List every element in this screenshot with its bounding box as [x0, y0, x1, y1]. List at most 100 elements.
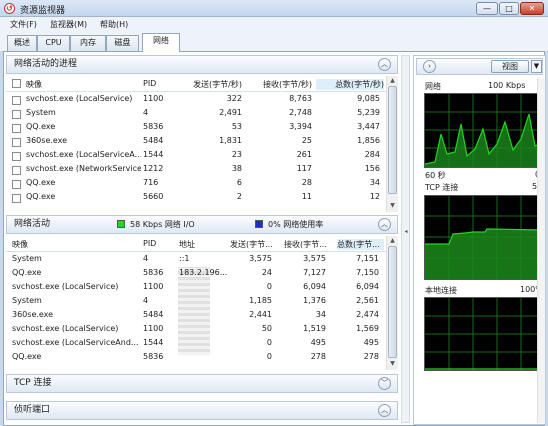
- col-recv[interactable]: 接收(字节/秒): [250, 79, 312, 90]
- scroll-down-icon[interactable]: ▼: [387, 202, 398, 209]
- row-checkbox[interactable]: [12, 124, 21, 133]
- chevron-up-icon[interactable]: ︿: [378, 404, 391, 417]
- net-scrollbar[interactable]: ▲ ▼: [386, 236, 398, 370]
- cell-send: 24: [261, 268, 272, 277]
- tab-cpu[interactable]: CPU: [37, 35, 70, 51]
- menu-monitor[interactable]: 监视器(M): [46, 18, 91, 31]
- row-checkbox[interactable]: [12, 96, 21, 105]
- table-row[interactable]: svchost.exe (LocalService) 1100 0 6,094 …: [6, 281, 386, 295]
- table-row[interactable]: svchost.exe (LocalService) 1100 50 1,519…: [6, 323, 386, 337]
- cell-image: QQ.exe: [26, 178, 56, 187]
- table-row[interactable]: System 4 2,491 2,748 5,239: [6, 107, 386, 121]
- table-row[interactable]: QQ.exe 5660 2 11 12: [6, 191, 386, 205]
- proc-scrollbar[interactable]: ▲ ▼: [386, 76, 398, 212]
- collapse-panel-icon[interactable]: ›: [423, 60, 436, 73]
- minimize-button[interactable]: —: [476, 2, 498, 15]
- graph-scrollbar[interactable]: [537, 78, 545, 423]
- cell-total: 278: [363, 352, 379, 361]
- listen-section-header[interactable]: 侦听端口 ︿: [6, 401, 398, 420]
- table-row[interactable]: System 4 1,185 1,376 2,561: [6, 295, 386, 309]
- scroll-up-icon[interactable]: ▲: [387, 77, 398, 84]
- util-legend-swatch: [255, 220, 263, 228]
- table-row[interactable]: System 4 ::1 3,575 3,575 7,151: [6, 253, 386, 267]
- col-image[interactable]: 映像: [26, 79, 42, 90]
- io-legend-swatch: [117, 220, 125, 228]
- scroll-thumb[interactable]: [388, 86, 397, 194]
- tab-network[interactable]: 网络: [142, 33, 180, 52]
- col-pid[interactable]: PID: [143, 239, 156, 248]
- table-row[interactable]: 360se.exe 5484 2,441 34 2,474: [6, 309, 386, 323]
- view-button[interactable]: 视图: [491, 60, 529, 73]
- menu-file[interactable]: 文件(F): [6, 18, 41, 31]
- view-dropdown-icon[interactable]: ▼: [531, 60, 542, 73]
- table-row[interactable]: QQ.exe 5836 53 3,394 3,447: [6, 121, 386, 135]
- cell-image: System: [12, 254, 42, 263]
- cell-recv: 6,094: [303, 282, 326, 291]
- net-section-header[interactable]: 网络活动 58 Kbps 网络 I/O 0% 网络使用率 ︿: [6, 215, 398, 234]
- cell-recv: 3,394: [289, 122, 312, 131]
- col-image[interactable]: 映像: [12, 239, 28, 250]
- table-row[interactable]: 360se.exe 5484 1,831 25 1,856: [6, 135, 386, 149]
- close-button[interactable]: ✕: [520, 2, 544, 15]
- cell-image: svchost.exe (LocalService): [12, 324, 119, 333]
- col-address[interactable]: 地址: [179, 239, 195, 250]
- chevron-up-icon[interactable]: ︿: [378, 58, 391, 71]
- cell-total: 12: [369, 192, 380, 201]
- cell-image: svchost.exe (LocalServiceAnd...: [12, 338, 139, 347]
- scroll-up-icon[interactable]: ▲: [387, 237, 398, 244]
- table-row[interactable]: svchost.exe (LocalServiceA... 1544 23 26…: [6, 149, 386, 163]
- row-checkbox[interactable]: [12, 152, 21, 161]
- tab-disk[interactable]: 磁盘: [106, 35, 139, 51]
- pane-splitter[interactable]: ◂: [401, 55, 410, 423]
- tab-strip: 概述 CPU 内存 磁盘 网络: [0, 32, 548, 52]
- menu-bar: 文件(F) 监视器(M) 帮助(H): [0, 17, 548, 32]
- select-all-checkbox[interactable]: [12, 79, 21, 88]
- cell-image: svchost.exe (LocalService): [12, 282, 119, 291]
- cell-recv: 495: [310, 338, 326, 347]
- col-pid[interactable]: PID: [143, 79, 156, 88]
- row-checkbox[interactable]: [12, 180, 21, 189]
- tcp-section-header[interactable]: TCP 连接 ﹀: [6, 374, 398, 393]
- scroll-down-icon[interactable]: ▼: [387, 360, 398, 367]
- table-row[interactable]: QQ.exe 5836 0 278 278: [6, 351, 386, 365]
- cell-pid: 5484: [143, 310, 164, 319]
- table-row[interactable]: QQ.exe 5836 183.2.196.... 24 7,127 7,150: [6, 267, 386, 281]
- splitter-grip-icon[interactable]: ◂: [402, 228, 410, 235]
- scroll-thumb[interactable]: [388, 246, 397, 358]
- col-send[interactable]: 发送(字节/秒): [176, 79, 242, 90]
- cell-total: 34: [369, 178, 380, 187]
- menu-help[interactable]: 帮助(H): [96, 18, 132, 31]
- tab-overview[interactable]: 概述: [7, 35, 37, 51]
- col-send[interactable]: 发送(字节...: [230, 239, 278, 250]
- chevron-up-icon[interactable]: ︿: [378, 218, 391, 231]
- cell-image: svchost.exe (LocalServiceA...: [26, 150, 141, 159]
- cell-total: 2,474: [356, 310, 379, 319]
- cell-image: System: [12, 296, 42, 305]
- col-total[interactable]: 总数(字节...: [337, 239, 384, 250]
- tab-memory[interactable]: 内存: [70, 35, 106, 51]
- graph-tcp-title: TCP 连接: [425, 183, 459, 192]
- row-checkbox[interactable]: [12, 110, 21, 119]
- cell-total: 7,150: [356, 268, 379, 277]
- cell-send: 3,575: [249, 254, 272, 263]
- graph-tcp: [424, 195, 544, 280]
- graph-local-title: 本地连接: [425, 286, 457, 295]
- col-total[interactable]: 总数(字节/秒): [316, 79, 384, 90]
- chevron-down-icon[interactable]: ﹀: [378, 377, 391, 390]
- cell-recv: 25: [301, 136, 312, 145]
- maximize-button[interactable]: □: [499, 2, 519, 15]
- row-checkbox[interactable]: [12, 194, 21, 203]
- table-row[interactable]: svchost.exe (LocalService) 1100 322 8,76…: [6, 93, 386, 107]
- row-checkbox[interactable]: [12, 166, 21, 175]
- col-recv[interactable]: 接收(字节...: [284, 239, 332, 250]
- row-checkbox[interactable]: [12, 138, 21, 147]
- table-row[interactable]: svchost.exe (LocalServiceAnd... 1544 0 4…: [6, 337, 386, 351]
- proc-section-header[interactable]: 网络活动的进程 ︿: [6, 55, 398, 74]
- cell-image: 360se.exe: [12, 310, 54, 319]
- cell-send: 50: [261, 324, 272, 333]
- cell-total: 1,569: [356, 324, 379, 333]
- table-row[interactable]: svchost.exe (NetworkService) 1212 38 117…: [6, 163, 386, 177]
- graph-network-plot: [424, 94, 544, 167]
- net-section-title: 网络活动: [14, 219, 51, 229]
- table-row[interactable]: QQ.exe 716 6 28 34: [6, 177, 386, 191]
